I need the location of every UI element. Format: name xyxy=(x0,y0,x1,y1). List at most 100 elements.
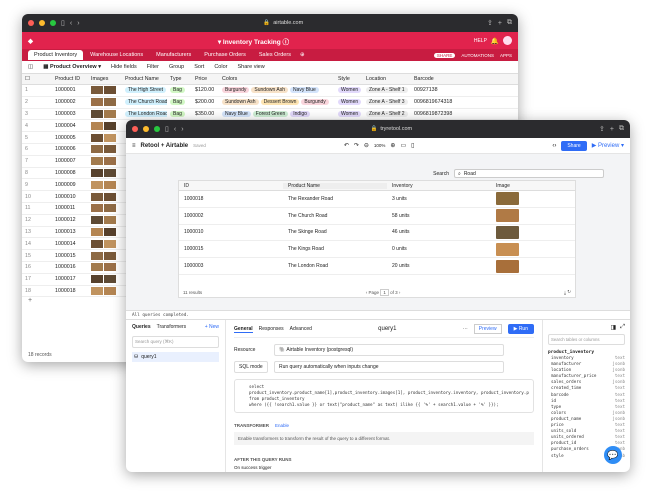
apps-button[interactable]: APPS xyxy=(500,53,512,58)
product-id-cell[interactable]: 1000008 xyxy=(52,170,88,176)
product-id-cell[interactable]: 1000007 xyxy=(52,158,88,164)
images-cell[interactable] xyxy=(88,227,122,236)
column-header[interactable]: Image xyxy=(491,183,571,189)
sidebar-icon[interactable]: ▯ xyxy=(61,19,65,27)
tab-product-inventory[interactable]: Product Inventory xyxy=(28,50,84,60)
back-arrow-icon[interactable]: ‹ xyxy=(174,126,176,133)
column-header[interactable]: Inventory xyxy=(387,183,491,189)
zoom-out-icon[interactable]: ⊖ xyxy=(364,142,369,149)
query-list-item[interactable]: ⛁ query1 xyxy=(132,352,219,362)
automations-button[interactable]: AUTOMATIONS xyxy=(461,53,494,58)
product-id-cell[interactable]: 1000006 xyxy=(52,146,88,152)
expand-icon[interactable]: ⤢ xyxy=(620,324,625,331)
run-mode-select[interactable]: Run query automatically when inputs chan… xyxy=(274,361,504,373)
hide-fields-button[interactable]: Hide fields xyxy=(111,64,137,70)
run-query-button[interactable]: ▶ Run xyxy=(507,324,534,334)
schema-search-input[interactable]: Search tables or columns xyxy=(548,334,625,345)
table-row[interactable]: 1 1000001 The High Street Bag $120.00 Burgund… xyxy=(22,85,518,97)
column-header[interactable]: ID xyxy=(179,183,283,189)
select-all-checkbox[interactable]: ☐ xyxy=(22,76,52,82)
next-page-icon[interactable]: › xyxy=(399,290,401,295)
query-title[interactable]: query1 xyxy=(318,326,457,332)
barcode-cell[interactable]: 0096819872398 xyxy=(411,111,461,117)
forward-arrow-icon[interactable]: › xyxy=(77,20,79,27)
share-button[interactable]: SHARE xyxy=(433,52,456,58)
zoom-level[interactable]: 100% xyxy=(374,143,386,148)
menu-icon[interactable]: ≡ xyxy=(132,143,136,149)
table-row[interactable]: 3 1000003 The London Road Bag $350.00 Navy Bl… xyxy=(22,109,518,121)
close-window-button[interactable] xyxy=(132,126,138,132)
share-icon[interactable]: ⇪ xyxy=(487,19,493,27)
close-window-button[interactable] xyxy=(28,20,34,26)
tab-queries[interactable]: Queries xyxy=(132,324,151,330)
group-button[interactable]: Group xyxy=(169,64,184,70)
tab-manufacturers[interactable]: Manufacturers xyxy=(150,50,197,60)
column-header[interactable]: Location xyxy=(363,76,411,82)
product-id-cell[interactable]: 1000016 xyxy=(52,264,88,270)
column-header[interactable]: Product Name xyxy=(283,182,387,189)
resource-select[interactable]: 🐘 Airtable Inventory (postgresql) xyxy=(274,344,504,356)
table-row[interactable]: 1000010 The Skinge Road 46 units xyxy=(179,225,575,242)
images-cell[interactable] xyxy=(88,133,122,142)
product-id-cell[interactable]: 1000011 xyxy=(52,205,88,211)
type-cell[interactable]: Bag xyxy=(167,99,192,106)
images-cell[interactable] xyxy=(88,286,122,295)
table-row[interactable]: 1000018 The Rexander Road 3 units xyxy=(179,191,575,208)
mode-select[interactable]: SQL mode xyxy=(234,361,268,373)
product-name-cell[interactable]: The London Road xyxy=(122,110,167,117)
add-table-icon[interactable]: ⊕ xyxy=(300,52,305,58)
product-id-cell[interactable]: 1000004 xyxy=(52,123,88,129)
color-button[interactable]: Color xyxy=(214,64,227,70)
product-id-cell[interactable]: 1000005 xyxy=(52,135,88,141)
product-id-cell[interactable]: 1000009 xyxy=(52,182,88,188)
address-bar[interactable]: 🔒 airtable.com xyxy=(85,20,482,26)
barcode-cell[interactable]: 0096819674318 xyxy=(411,99,461,105)
enable-transformer-toggle[interactable]: Enable xyxy=(275,423,289,428)
mobile-view-icon[interactable]: ▯ xyxy=(411,142,414,149)
share-view-button[interactable]: Share view xyxy=(237,64,264,70)
product-id-cell[interactable]: 1000002 xyxy=(52,99,88,105)
column-header[interactable]: Barcode xyxy=(411,76,461,82)
price-cell[interactable]: $350.00 xyxy=(192,111,219,117)
redo-icon[interactable]: ↷ xyxy=(354,142,359,149)
product-name-cell[interactable]: The High Street xyxy=(122,87,167,94)
prev-page-icon[interactable]: ‹ xyxy=(366,290,368,295)
minimize-window-button[interactable] xyxy=(39,20,45,26)
table-row[interactable]: 1000002 The Church Road 58 units xyxy=(179,208,575,225)
address-bar[interactable]: 🔒 tryretool.com xyxy=(189,126,594,132)
location-cell[interactable]: Zone A - Shelf 1 xyxy=(363,87,411,94)
zoom-window-button[interactable] xyxy=(50,20,56,26)
filter-button[interactable]: Filter xyxy=(147,64,159,70)
style-cell[interactable]: Women xyxy=(335,110,363,117)
query-search-input[interactable]: Search query (⌘K) xyxy=(132,336,219,348)
new-query-button[interactable]: + New xyxy=(205,324,219,330)
view-switcher[interactable]: ▦ Product Overview ▾ xyxy=(43,64,101,70)
page-number[interactable]: 1 xyxy=(380,288,389,296)
images-cell[interactable] xyxy=(88,204,122,213)
preview-query-button[interactable]: Preview xyxy=(473,324,502,334)
images-cell[interactable] xyxy=(88,239,122,248)
share-button[interactable]: Share xyxy=(561,140,587,151)
location-cell[interactable]: Zone A - Shelf 2 xyxy=(363,110,411,117)
style-cell[interactable]: Women xyxy=(335,87,363,94)
product-id-cell[interactable]: 1000018 xyxy=(52,288,88,294)
images-cell[interactable] xyxy=(88,121,122,130)
product-id-cell[interactable]: 1000014 xyxy=(52,241,88,247)
back-arrow-icon[interactable]: ‹ xyxy=(70,20,72,27)
column-header[interactable]: Colors xyxy=(219,76,335,82)
tab-purchase-orders[interactable]: Purchase Orders xyxy=(198,50,252,60)
images-cell[interactable] xyxy=(88,251,122,260)
product-id-cell[interactable]: 1000012 xyxy=(52,217,88,223)
images-cell[interactable] xyxy=(88,157,122,166)
type-cell[interactable]: Bag xyxy=(167,110,192,117)
product-id-cell[interactable]: 1000001 xyxy=(52,87,88,93)
column-header[interactable]: Product Name xyxy=(122,76,167,82)
search-input[interactable]: ⌕ Road xyxy=(454,169,604,178)
images-cell[interactable] xyxy=(88,86,122,95)
images-cell[interactable] xyxy=(88,180,122,189)
views-menu-icon[interactable]: ◫ xyxy=(28,64,33,70)
minimize-window-button[interactable] xyxy=(143,126,149,132)
share-icon[interactable]: ⇪ xyxy=(599,125,605,133)
images-cell[interactable] xyxy=(88,98,122,107)
product-id-cell[interactable]: 1000003 xyxy=(52,111,88,117)
